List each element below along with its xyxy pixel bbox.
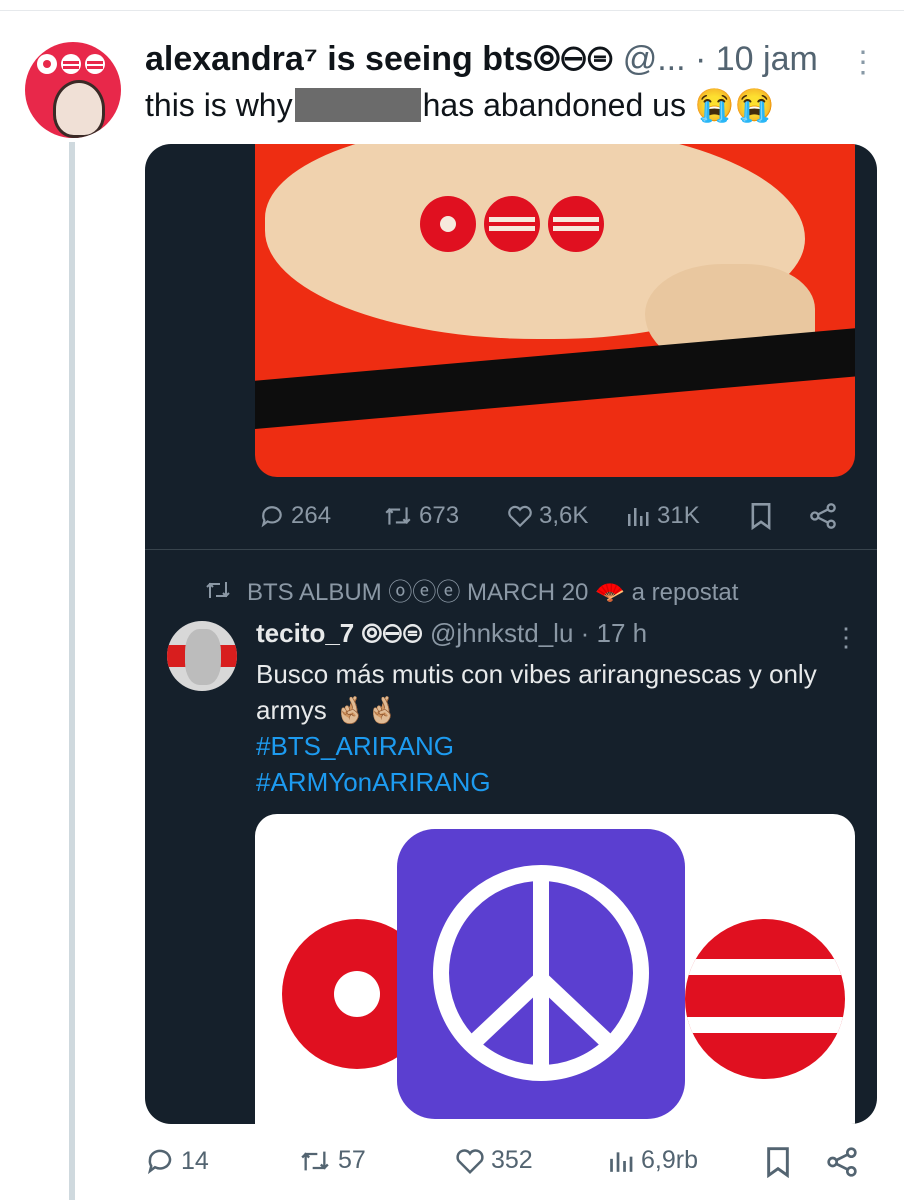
peace-sign-icon (433, 865, 649, 1081)
views-icon (628, 508, 649, 526)
tweet-text: this is why has abandoned us 😭😭 (145, 86, 775, 124)
quoted-handle[interactable]: @jhnkstd_lu (430, 618, 573, 648)
hashtag-link[interactable]: #ARMYonARIRANG (256, 764, 856, 800)
chicken-image[interactable] (255, 144, 855, 477)
like-button[interactable]: 352 (455, 1146, 533, 1175)
like-count: 352 (491, 1146, 533, 1174)
reply-icon (261, 506, 282, 528)
bookmark-button[interactable] (749, 502, 773, 530)
tweet-text-end: has abandoned us 😭😭 (422, 87, 775, 123)
heart-icon (508, 505, 532, 528)
views-count: 31K (657, 502, 700, 529)
views-button[interactable]: 31K (625, 502, 700, 530)
quoted-avatar[interactable] (167, 621, 237, 691)
reply-button[interactable]: 264 (259, 502, 331, 530)
reply-count: 14 (181, 1146, 209, 1175)
reply-button[interactable]: 14 (145, 1146, 209, 1176)
bookmark-icon (751, 503, 771, 530)
red-ring-logo (685, 919, 845, 1079)
repost-icon (301, 1151, 329, 1170)
embedded-post-card[interactable]: 264 673 3,6K 31K BTS ALBUM ⓞⓔⓔ MARCH 20 … (145, 144, 877, 1124)
top-divider (0, 10, 904, 11)
repost-count: 57 (338, 1146, 366, 1174)
repost-attribution[interactable]: BTS ALBUM ⓞⓔⓔ MARCH 20 🪭 a repostat (203, 572, 738, 607)
share-button[interactable] (826, 1146, 858, 1178)
repost-suffix: a repostat (631, 579, 739, 606)
card-divider (145, 549, 877, 550)
bookmark-button[interactable] (764, 1146, 792, 1178)
album-logo (420, 196, 604, 252)
repost-button[interactable]: 57 (298, 1146, 366, 1175)
share-icon (827, 1147, 857, 1177)
peace-logo-image[interactable] (255, 814, 855, 1124)
quoted-more-options-icon[interactable]: ⋮ (833, 622, 859, 653)
avatar[interactable] (25, 42, 121, 138)
like-count: 3,6K (539, 502, 589, 529)
peace-app-icon (397, 829, 685, 1119)
views-icon (610, 1151, 633, 1172)
like-button[interactable]: 3,6K (507, 502, 588, 530)
views-button[interactable]: 6,9rb (607, 1146, 698, 1175)
heart-icon (456, 1148, 484, 1174)
thread-line (69, 142, 75, 1200)
repost-count: 673 (419, 502, 460, 529)
quoted-display-name[interactable]: tecito_7 ⦾⊖⊜ (256, 618, 423, 648)
share-icon (810, 503, 836, 529)
avatar-figure (53, 80, 105, 138)
reply-icon (147, 1149, 172, 1175)
avatar-logo (37, 54, 109, 76)
quoted-text: Busco más mutis con vibes arirangnescas … (256, 656, 856, 800)
timestamp[interactable]: · 10 jam (695, 40, 818, 78)
hashtag-link[interactable]: #BTS_ARIRANG (256, 728, 856, 764)
repost-button[interactable]: 673 (383, 502, 459, 530)
tweet-text-start: this is why (145, 87, 293, 123)
quoted-body: Busco más mutis con vibes arirangnescas … (256, 659, 817, 725)
redaction-bar (294, 88, 421, 122)
repost-icon (206, 581, 230, 598)
repost-icon (385, 507, 411, 525)
views-count: 6,9rb (641, 1146, 698, 1174)
more-options-icon[interactable]: ⋮ (848, 48, 878, 78)
fan-emoji: 🪭 (595, 579, 625, 606)
share-button[interactable] (809, 502, 837, 530)
quoted-header: tecito_7 ⦾⊖⊜ @jhnkstd_lu · 17 h (256, 618, 647, 650)
reply-count: 264 (291, 502, 332, 529)
bookmark-icon (767, 1147, 789, 1178)
reposter-name: BTS ALBUM ⓞⓔⓔ MARCH 20 (247, 579, 589, 606)
user-handle[interactable]: @... (623, 40, 686, 78)
tweet-header: alexandra⁷ is seeing bts⦾⊖⊜ @... · 10 ja… (145, 40, 818, 79)
display-name[interactable]: alexandra⁷ is seeing bts⦾⊖⊜ (145, 40, 613, 78)
quoted-timestamp[interactable]: · 17 h (581, 618, 648, 648)
